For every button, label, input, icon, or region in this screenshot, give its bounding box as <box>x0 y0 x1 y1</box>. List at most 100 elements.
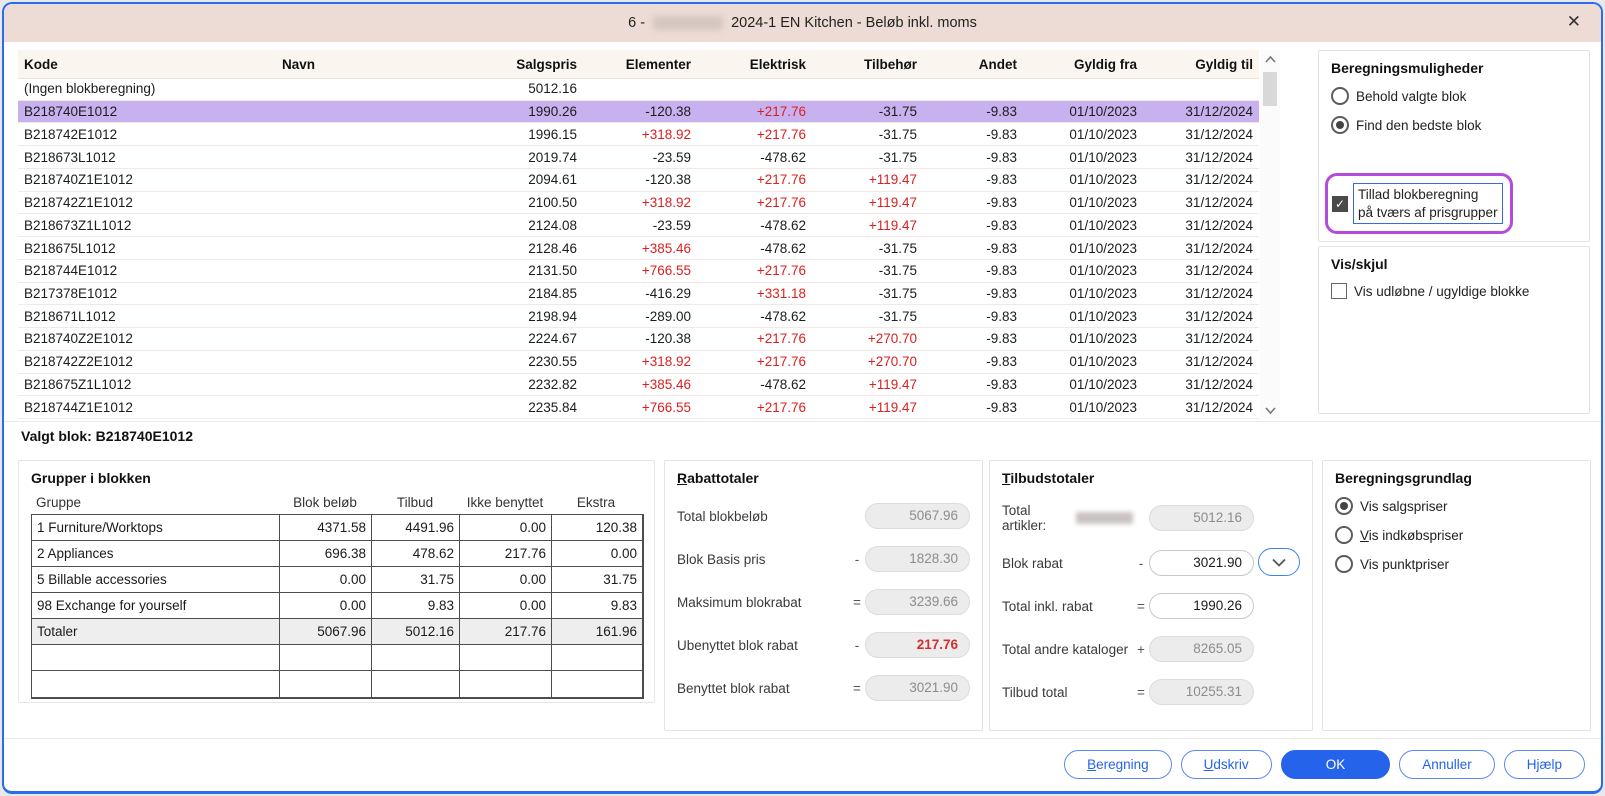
value-field: 5012.16 <box>1149 505 1254 531</box>
cell: B218744E1012 <box>18 263 276 278</box>
cell: 4491.96 <box>372 515 460 541</box>
table-row[interactable]: (Ingen blokberegning)5012.16 <box>18 78 1259 101</box>
cell: +119.47 <box>812 400 923 415</box>
cell: 217.76 <box>460 619 552 645</box>
cell: -416.29 <box>583 286 697 301</box>
cell: +318.92 <box>583 127 697 142</box>
field-label: Benyttet blok rabat <box>677 681 849 696</box>
dropdown-button[interactable] <box>1258 548 1300 576</box>
cell: +318.92 <box>583 354 697 369</box>
table-row[interactable]: B218671L10122198.94-289.00-478.62-31.75-… <box>18 305 1259 328</box>
table-row[interactable]: B218742E10121996.15+318.92+217.76-31.75-… <box>18 123 1259 146</box>
cell: B218742Z1E1012 <box>18 195 276 210</box>
cell: -9.83 <box>923 127 1023 142</box>
scrollbar-thumb[interactable] <box>1263 72 1277 106</box>
panel-title: Vis/skjul <box>1331 256 1577 272</box>
cell <box>552 671 642 697</box>
cell: +119.47 <box>812 377 923 392</box>
tilbud-row: Blok rabat-3021.90 <box>1002 550 1300 576</box>
cell: -31.75 <box>812 309 923 324</box>
cell: +217.76 <box>697 354 812 369</box>
cell: 98 Exchange for yourself <box>32 593 280 619</box>
table-row[interactable]: B218742Z1E10122100.50+318.92+217.76+119.… <box>18 192 1259 215</box>
table-row[interactable]: B218673Z1L10122124.08-23.59-478.62+119.4… <box>18 214 1259 237</box>
cell: 2 Appliances <box>32 541 280 567</box>
groups-table: 1 Furniture/Worktops4371.584491.960.0012… <box>31 514 644 699</box>
groups-table-row: 1 Furniture/Worktops4371.584491.960.0012… <box>32 515 642 541</box>
cell: Totaler <box>32 619 280 645</box>
cell: 31/12/2024 <box>1143 377 1259 392</box>
groups-column-header: Ekstra <box>551 495 641 510</box>
cell: -120.38 <box>583 104 697 119</box>
cell: 01/10/2023 <box>1023 286 1143 301</box>
cell: -23.59 <box>583 218 697 233</box>
cell: +318.92 <box>583 195 697 210</box>
cross-pricegroup-checkbox[interactable]: ✓ <box>1332 196 1348 212</box>
calculation-options-panel: Beregningsmuligheder Behold valgte blokF… <box>1318 50 1590 242</box>
cell: 01/10/2023 <box>1023 331 1143 346</box>
cell: -9.83 <box>923 354 1023 369</box>
value-field: 1828.30 <box>865 546 970 572</box>
groups-table-row <box>32 645 642 671</box>
scroll-up-icon[interactable] <box>1260 50 1280 68</box>
close-icon[interactable]: ✕ <box>1567 12 1581 32</box>
cell: -9.83 <box>923 172 1023 187</box>
table-row[interactable]: B218744Z1E10122235.84+766.55+217.76+119.… <box>18 396 1259 419</box>
radio-vis-indkøbspriser[interactable]: Vis indkøbspriser <box>1335 526 1578 544</box>
block-table: (Ingen blokberegning)5012.16B218740E1012… <box>18 78 1259 419</box>
groups-table-row: 98 Exchange for yourself0.009.830.009.83 <box>32 593 642 619</box>
table-row[interactable]: B218744E10122131.50+766.55+217.76-31.75-… <box>18 260 1259 283</box>
cell: -120.38 <box>583 172 697 187</box>
value-field[interactable]: 1990.26 <box>1149 593 1254 619</box>
cell: (Ingen blokberegning) <box>18 81 276 96</box>
cell <box>32 671 280 697</box>
cell: 0.00 <box>460 593 552 619</box>
cell: 31/12/2024 <box>1143 241 1259 256</box>
chevron-down-icon <box>1271 558 1287 567</box>
cell: 31/12/2024 <box>1143 172 1259 187</box>
groups-column-header: Tilbud <box>371 495 459 510</box>
radio-behold-valgte-blok[interactable]: Behold valgte blok <box>1331 87 1577 105</box>
hjælp-button[interactable]: Hjælp <box>1504 750 1585 779</box>
table-row[interactable]: B218742Z2E10122230.55+318.92+217.76+270.… <box>18 351 1259 374</box>
table-row[interactable]: B218740Z2E10122224.67-120.38+217.76+270.… <box>18 328 1259 351</box>
cell: 31/12/2024 <box>1143 195 1259 210</box>
cell: 5012.16 <box>372 619 460 645</box>
ok-button[interactable]: OK <box>1281 750 1391 779</box>
cross-pricegroup-label: Tillad blokberegning på tværs af prisgru… <box>1353 183 1503 224</box>
cell: 0.00 <box>460 515 552 541</box>
table-row[interactable]: B217378E10122184.85-416.29+331.18-31.75-… <box>18 283 1259 306</box>
scroll-down-icon[interactable] <box>1260 401 1280 419</box>
cell: +766.55 <box>583 400 697 415</box>
field-label: Blok rabat <box>1002 556 1133 571</box>
table-row[interactable]: B218673L10122019.74-23.59-478.62-31.75-9… <box>18 146 1259 169</box>
cell: -478.62 <box>697 150 812 165</box>
cell: +270.70 <box>812 331 923 346</box>
cell: -9.83 <box>923 263 1023 278</box>
cell: -31.75 <box>812 241 923 256</box>
radio-vis-salgspriser[interactable]: Vis salgspriser <box>1335 497 1578 515</box>
cell: 5 Billable accessories <box>32 567 280 593</box>
value-field: 3239.66 <box>865 589 970 615</box>
table-scrollbar[interactable] <box>1260 50 1280 419</box>
radio-find-den-bedste-blok[interactable]: Find den bedste blok <box>1331 116 1577 134</box>
table-row[interactable]: B218740E10121990.26-120.38+217.76-31.75-… <box>18 101 1259 124</box>
cell: -9.83 <box>923 195 1023 210</box>
table-row[interactable]: B218675Z1L10122232.82+385.46-478.62+119.… <box>18 374 1259 397</box>
beregning-button[interactable]: Beregning <box>1064 750 1172 779</box>
table-row[interactable]: B218675L10122128.46+385.46-478.62-31.75-… <box>18 237 1259 260</box>
checkbox-label: Vis udløbne / ugyldige blokke <box>1354 284 1529 299</box>
radio-vis-punktpriser[interactable]: Vis punktpriser <box>1335 555 1578 573</box>
udskriv-button[interactable]: Udskriv <box>1181 750 1272 779</box>
rabat-row: Benyttet blok rabat=3021.90 <box>677 675 970 701</box>
table-row[interactable]: B218740Z1E10122094.61-120.38+217.76+119.… <box>18 169 1259 192</box>
radio-label: Vis punktpriser <box>1360 557 1449 572</box>
cell: 01/10/2023 <box>1023 218 1143 233</box>
value-field[interactable]: 3021.90 <box>1149 550 1254 576</box>
rabat-row: Blok Basis pris-1828.30 <box>677 546 970 572</box>
cell: +119.47 <box>812 172 923 187</box>
show-expired-blocks-checkbox[interactable]: Vis udløbne / ugyldige blokke <box>1331 283 1577 299</box>
cell: -9.83 <box>923 104 1023 119</box>
cell: B218675L1012 <box>18 241 276 256</box>
annuller-button[interactable]: Annuller <box>1399 750 1495 779</box>
